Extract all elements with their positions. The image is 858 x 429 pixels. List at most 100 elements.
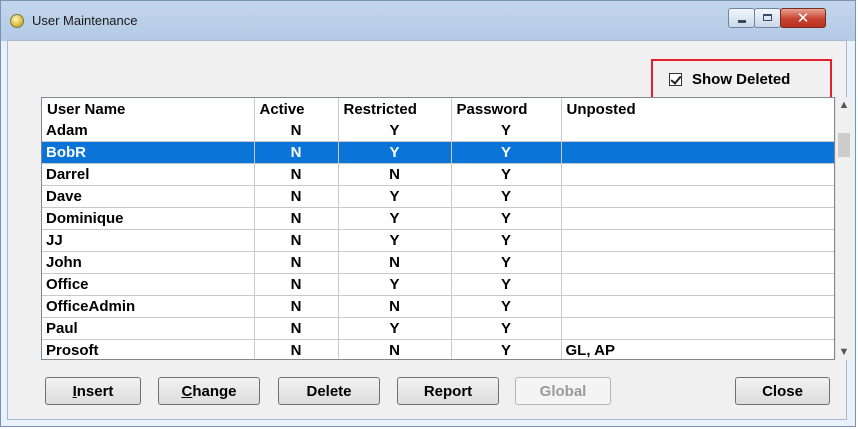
- table-row[interactable]: Darrel N N Y: [42, 163, 834, 186]
- cell-active[interactable]: N: [254, 229, 339, 252]
- column-header-unposted[interactable]: Unposted: [561, 98, 834, 120]
- scroll-up-icon[interactable]: ▲: [836, 97, 852, 113]
- table-row[interactable]: OfficeAdmin N N Y: [42, 295, 834, 318]
- cell-active[interactable]: N: [254, 120, 339, 142]
- cell-active[interactable]: N: [254, 295, 339, 318]
- show-deleted-checkbox[interactable]: [669, 72, 682, 86]
- window-close-button[interactable]: ✕: [780, 8, 826, 28]
- cell-restricted[interactable]: Y: [338, 120, 452, 142]
- cell-user-name[interactable]: OfficeAdmin: [42, 295, 255, 318]
- cell-password[interactable]: Y: [451, 339, 562, 359]
- insert-button[interactable]: Insert: [45, 377, 141, 405]
- cell-restricted[interactable]: Y: [338, 141, 452, 164]
- delete-label: Delete: [306, 382, 352, 400]
- cell-unposted[interactable]: [561, 120, 834, 142]
- show-deleted-label[interactable]: Show Deleted: [692, 71, 790, 88]
- table-row[interactable]: Dave N Y Y: [42, 185, 834, 208]
- maximize-button[interactable]: [754, 8, 781, 28]
- table-row[interactable]: Adam N Y Y: [42, 120, 834, 142]
- cell-restricted[interactable]: N: [338, 251, 452, 274]
- cell-password[interactable]: Y: [451, 295, 562, 318]
- title-bar[interactable]: User Maintenance ✕: [1, 1, 855, 41]
- column-header-password[interactable]: Password: [451, 98, 562, 120]
- cell-password[interactable]: Y: [451, 251, 562, 274]
- cell-user-name[interactable]: Dave: [42, 185, 255, 208]
- cell-user-name[interactable]: Darrel: [42, 163, 255, 186]
- minimize-button[interactable]: [728, 8, 755, 28]
- cell-unposted[interactable]: GL, AP: [561, 339, 834, 359]
- cell-active[interactable]: N: [254, 339, 339, 359]
- minimize-icon: [738, 20, 746, 23]
- cell-unposted[interactable]: [561, 207, 834, 230]
- grid-body: Adam N Y Y BobR N Y Y Darrel N N Y Dave N Y Y Dominique N…: [42, 120, 834, 359]
- cell-restricted[interactable]: Y: [338, 185, 452, 208]
- change-button[interactable]: Change: [158, 377, 260, 405]
- cell-restricted[interactable]: Y: [338, 229, 452, 252]
- table-row[interactable]: John N N Y: [42, 251, 834, 274]
- cell-restricted[interactable]: Y: [338, 207, 452, 230]
- cell-unposted[interactable]: [561, 163, 834, 186]
- global-label: Global: [539, 382, 587, 400]
- table-row[interactable]: BobR N Y Y: [42, 141, 834, 164]
- report-button[interactable]: Report: [397, 377, 499, 405]
- cell-password[interactable]: Y: [451, 207, 562, 230]
- column-header-active[interactable]: Active: [254, 98, 339, 120]
- report-label: Report: [423, 382, 473, 400]
- cell-password[interactable]: Y: [451, 141, 562, 164]
- cell-user-name[interactable]: BobR: [42, 141, 255, 164]
- maximize-icon: [763, 14, 772, 21]
- cell-active[interactable]: N: [254, 163, 339, 186]
- cell-active[interactable]: N: [254, 317, 339, 340]
- cell-restricted[interactable]: Y: [338, 317, 452, 340]
- cell-unposted[interactable]: [561, 141, 834, 164]
- table-row[interactable]: Office N Y Y: [42, 273, 834, 296]
- cell-restricted[interactable]: N: [338, 163, 452, 186]
- app-icon: [10, 14, 24, 28]
- table-row[interactable]: Paul N Y Y: [42, 317, 834, 340]
- change-label: hange: [192, 382, 237, 400]
- delete-button[interactable]: Delete: [278, 377, 380, 405]
- cell-restricted[interactable]: N: [338, 339, 452, 359]
- cell-unposted[interactable]: [561, 317, 834, 340]
- cell-unposted[interactable]: [561, 295, 834, 318]
- close-label: Close: [762, 382, 803, 400]
- table-row[interactable]: Dominique N Y Y: [42, 207, 834, 230]
- cell-password[interactable]: Y: [451, 120, 562, 142]
- column-header-user-name[interactable]: User Name: [42, 98, 255, 120]
- cell-password[interactable]: Y: [451, 229, 562, 252]
- cell-user-name[interactable]: Dominique: [42, 207, 255, 230]
- cell-active[interactable]: N: [254, 273, 339, 296]
- cell-user-name[interactable]: Paul: [42, 317, 255, 340]
- change-access-key: C: [181, 382, 193, 400]
- close-button[interactable]: Close: [735, 377, 830, 405]
- cell-active[interactable]: N: [254, 207, 339, 230]
- cell-unposted[interactable]: [561, 229, 834, 252]
- cell-password[interactable]: Y: [451, 317, 562, 340]
- cell-user-name[interactable]: Adam: [42, 120, 255, 142]
- cell-unposted[interactable]: [561, 185, 834, 208]
- vertical-scrollbar[interactable]: ▲ ▼: [835, 97, 852, 360]
- cell-active[interactable]: N: [254, 141, 339, 164]
- cell-password[interactable]: Y: [451, 273, 562, 296]
- cell-unposted[interactable]: [561, 251, 834, 274]
- cell-active[interactable]: N: [254, 251, 339, 274]
- table-row[interactable]: JJ N Y Y: [42, 229, 834, 252]
- cell-restricted[interactable]: Y: [338, 273, 452, 296]
- cell-user-name[interactable]: JJ: [42, 229, 255, 252]
- global-button: Global: [515, 377, 611, 405]
- cell-user-name[interactable]: Prosoft: [42, 339, 255, 359]
- cell-unposted[interactable]: [561, 273, 834, 296]
- cell-user-name[interactable]: John: [42, 251, 255, 274]
- close-icon: ✕: [796, 9, 810, 27]
- scroll-down-icon[interactable]: ▼: [836, 344, 852, 360]
- users-grid: User Name Active Restricted Password Unp…: [41, 97, 835, 360]
- cell-password[interactable]: Y: [451, 163, 562, 186]
- cell-restricted[interactable]: N: [338, 295, 452, 318]
- cell-user-name[interactable]: Office: [42, 273, 255, 296]
- table-row[interactable]: Prosoft N N Y GL, AP: [42, 339, 834, 359]
- grid-header-row: User Name Active Restricted Password Unp…: [42, 98, 834, 120]
- scroll-thumb[interactable]: [838, 133, 850, 157]
- column-header-restricted[interactable]: Restricted: [338, 98, 452, 120]
- cell-password[interactable]: Y: [451, 185, 562, 208]
- cell-active[interactable]: N: [254, 185, 339, 208]
